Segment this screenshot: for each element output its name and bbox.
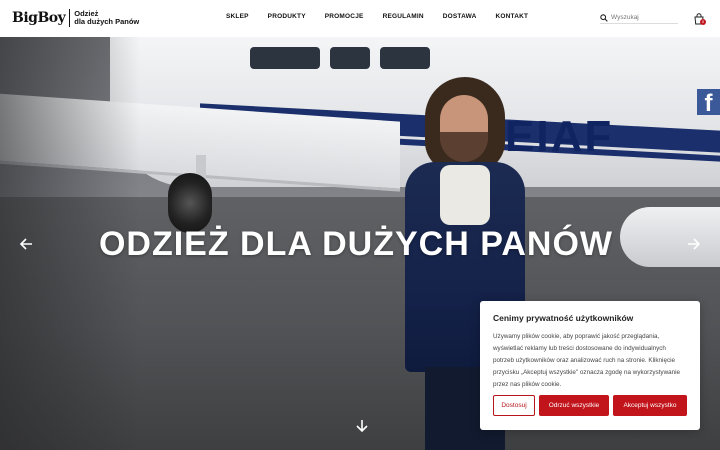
customize-button[interactable]: Dostosuj	[493, 395, 535, 416]
accept-all-button[interactable]: Akceptuj wszystko	[613, 395, 687, 416]
logo-tagline-line2: dla dużych Panów	[74, 17, 140, 26]
airplane-window	[380, 47, 430, 69]
nav-item-produkty[interactable]: PRODUKTY	[268, 13, 306, 20]
reject-all-button[interactable]: Odrzuć wszystkie	[539, 395, 609, 416]
search-input[interactable]	[611, 14, 671, 21]
search-icon[interactable]	[600, 13, 608, 22]
logo-divider	[69, 9, 71, 27]
site-header: BigBoy Odzież dla dużych Panów SKLEP PRO…	[0, 0, 720, 37]
cart-button[interactable]: 0	[694, 12, 706, 26]
nav-item-promocje[interactable]: PROMOCJE	[325, 13, 364, 20]
hero-title: ODZIEŻ DLA DUŻYCH PANÓW	[98, 225, 614, 263]
main-nav: SKLEP PRODUKTY PROMOCJE REGULAMIN DOSTAW…	[226, 13, 528, 20]
model-sweater	[440, 165, 490, 225]
arrow-down-icon[interactable]	[354, 418, 370, 434]
cookie-text: Używamy plików cookie, aby poprawić jako…	[493, 333, 681, 388]
nav-item-kontakt[interactable]: KONTAKT	[496, 13, 529, 20]
logo[interactable]: BigBoy Odzież dla dużych Panów	[12, 9, 139, 27]
airplane-window	[330, 47, 370, 69]
airplane-wheel	[168, 173, 212, 233]
logo-mark: BigBoy	[12, 10, 66, 26]
cookie-title: Cenimy prywatność użytkowników	[493, 313, 634, 323]
nav-item-sklep[interactable]: SKLEP	[226, 13, 249, 20]
cookie-consent-dialog: Cenimy prywatność użytkowników Używamy p…	[480, 301, 700, 430]
logo-tagline: Odzież dla dużych Panów	[74, 10, 139, 26]
cart-count-badge: 0	[700, 19, 706, 25]
nav-item-regulamin[interactable]: REGULAMIN	[383, 13, 424, 20]
cookie-buttons: Dostosuj Odrzuć wszystkie Akceptuj wszys…	[493, 395, 687, 416]
airplane-window	[250, 47, 320, 69]
facebook-icon: f	[704, 90, 713, 117]
arrow-left-icon[interactable]	[18, 236, 34, 252]
search-box[interactable]	[600, 12, 678, 24]
nav-item-dostawa[interactable]: DOSTAWA	[443, 13, 477, 20]
arrow-right-icon[interactable]	[686, 236, 702, 252]
facebook-button[interactable]: f	[697, 89, 720, 117]
